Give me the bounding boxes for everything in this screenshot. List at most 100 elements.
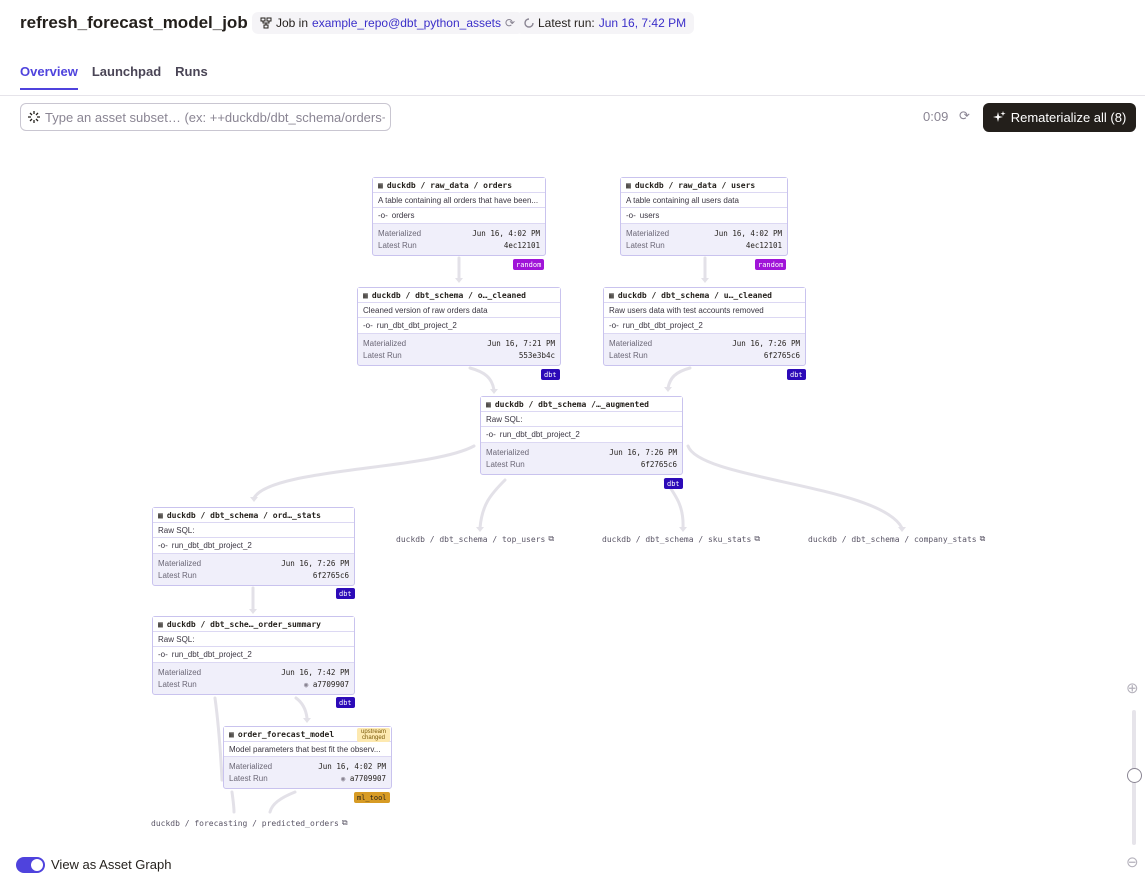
compute-kind-badge: dbt [787,369,806,380]
materialized-value[interactable]: Jun 16, 7:26 PM [281,559,349,568]
asset-node-op: run_dbt_dbt_project_2 [171,541,252,550]
materialized-value[interactable]: Jun 16, 7:21 PM [487,339,555,348]
table-icon: ▦ [158,619,163,629]
op-icon: -o- [626,211,636,220]
edge-forecast-to-predicted-orders [268,790,297,814]
latest-run-value[interactable]: 6f2765c6 [641,460,677,469]
latest-run-label: Latest Run [363,350,402,360]
table-icon: ▦ [158,510,163,520]
materialized-value[interactable]: Jun 16, 4:02 PM [318,762,386,771]
edge-order-summary-to-forecast [294,696,309,720]
zoom-out-icon[interactable]: ⊖ [1126,853,1139,871]
external-asset-company-stats[interactable]: duckdb / dbt_schema / company_stats ⧉ [808,534,985,544]
external-asset-label: duckdb / dbt_schema / company_stats [808,534,977,544]
compute-kind-badge: dbt [336,588,355,599]
latest-run-label: Latest Run [378,240,417,250]
materialized-value[interactable]: Jun 16, 7:26 PM [609,448,677,457]
table-icon: ▦ [609,290,614,300]
asset-node-order-summary[interactable]: ▦ duckdb / dbt_sche…_order_summary Raw SQ… [152,616,355,695]
asset-node-description: Cleaned version of raw orders data [358,303,560,318]
asset-node-title: order_forecast_model [237,729,335,739]
asset-node-raw-orders[interactable]: ▦ duckdb / raw_data / orders A table cont… [372,177,546,256]
latest-run-value[interactable]: 4ec12101 [746,241,782,250]
table-icon: ▦ [486,399,491,409]
external-asset-label: duckdb / dbt_schema / sku_stats [602,534,752,544]
table-icon: ▦ [626,180,631,190]
asset-node-description: Raw users data with test accounts remove… [604,303,805,318]
materialized-value[interactable]: Jun 16, 4:02 PM [714,229,782,238]
asset-node-orders-cleaned[interactable]: ▦ duckdb / dbt_schema / o…_cleaned Cleane… [357,287,561,366]
table-icon: ▦ [378,180,383,190]
op-icon: -o- [363,321,373,330]
edge-order-summary-to-predicted-orders-a [213,696,224,782]
edge-to-predicted-orders [230,790,236,814]
materialized-label: Materialized [378,228,422,238]
latest-run-id: a7709907 [312,679,349,689]
asset-node-title: duckdb / raw_data / users [634,180,756,190]
open-external-icon: ⧉ [548,534,555,543]
latest-run-label: Latest Run [229,773,268,783]
external-asset-label: duckdb / dbt_schema / top_users [396,534,546,544]
asset-node-description: Raw SQL: [481,412,682,427]
edge-users-cleaned-to-augmented [666,366,692,390]
materialized-value[interactable]: Jun 16, 7:42 PM [281,668,349,677]
asset-node-op: run_dbt_dbt_project_2 [171,650,252,659]
latest-run-value[interactable]: 6f2765c6 [764,351,800,360]
latest-run-label: Latest Run [158,679,197,689]
latest-run-value[interactable]: 6f2765c6 [313,571,349,580]
table-icon: ▦ [229,729,234,739]
asset-node-order-stats[interactable]: ▦ duckdb / dbt_schema / ord…_stats Raw SQ… [152,507,355,586]
materialized-label: Materialized [626,228,670,238]
view-as-asset-graph-toggle[interactable] [16,857,45,873]
upstream-changed-badge: upstream changed [357,728,390,742]
asset-node-op: users [639,211,660,220]
op-icon: -o- [158,541,168,550]
materialized-label: Materialized [486,447,530,457]
external-asset-top-users[interactable]: duckdb / dbt_schema / top_users ⧉ [396,534,554,544]
zoom-in-icon[interactable]: ⊕ [1126,679,1139,697]
latest-run-label: Latest Run [486,459,525,469]
latest-run-label: Latest Run [609,350,648,360]
asset-node-op: run_dbt_dbt_project_2 [622,321,703,330]
latest-run-value[interactable]: 553e3b4c [519,351,555,360]
latest-run-value[interactable]: 4ec12101 [504,241,540,250]
asset-node-op: orders [391,211,415,220]
zoom-slider-handle[interactable] [1127,768,1142,783]
table-icon: ▦ [363,290,368,300]
compute-kind-badge: dbt [664,478,683,489]
op-icon: -o- [486,430,496,439]
run-status-dot-icon: ◉ [303,679,313,689]
materialized-label: Materialized [229,761,273,771]
op-icon: -o- [609,321,619,330]
materialized-label: Materialized [363,338,407,348]
asset-node-description: A table containing all orders that have … [373,193,545,208]
asset-node-augmented[interactable]: ▦ duckdb / dbt_schema /…_augmented Raw SQ… [480,396,683,475]
materialized-value[interactable]: Jun 16, 7:26 PM [732,339,800,348]
asset-node-users-cleaned[interactable]: ▦ duckdb / dbt_schema / u…_cleaned Raw us… [603,287,806,366]
asset-node-raw-users[interactable]: ▦ duckdb / raw_data / users A table conta… [620,177,788,256]
edge-augmented-to-order-stats [252,444,476,500]
latest-run-id: a7709907 [349,773,386,783]
latest-run-label: Latest Run [158,570,197,580]
asset-node-title: duckdb / dbt_sche…_order_summary [166,619,321,629]
materialized-label: Materialized [158,667,202,677]
external-asset-label: duckdb / forecasting / predicted_orders [151,818,339,828]
asset-node-description: Model parameters that best fit the obser… [224,742,391,757]
latest-run-value[interactable]: ◉ a7709907 [341,774,386,783]
asset-node-title: duckdb / dbt_schema /…_augmented [494,399,649,409]
asset-node-description: A table containing all users data [621,193,787,208]
op-icon: -o- [158,650,168,659]
run-status-dot-icon: ◉ [340,773,350,783]
view-as-asset-graph-label: View as Asset Graph [51,857,172,872]
asset-node-title: duckdb / dbt_schema / u…_cleaned [617,290,772,300]
compute-kind-badge: ml_tool [354,792,390,803]
materialized-label: Materialized [158,558,202,568]
external-asset-sku-stats[interactable]: duckdb / dbt_schema / sku_stats ⧉ [602,534,760,544]
materialized-value[interactable]: Jun 16, 4:02 PM [472,229,540,238]
open-external-icon: ⧉ [979,534,986,543]
op-icon: -o- [378,211,388,220]
open-external-icon: ⧉ [341,818,348,827]
open-external-icon: ⧉ [754,534,761,543]
latest-run-value[interactable]: ◉ a7709907 [304,680,349,689]
external-asset-predicted-orders[interactable]: duckdb / forecasting / predicted_orders ⧉ [151,818,348,828]
